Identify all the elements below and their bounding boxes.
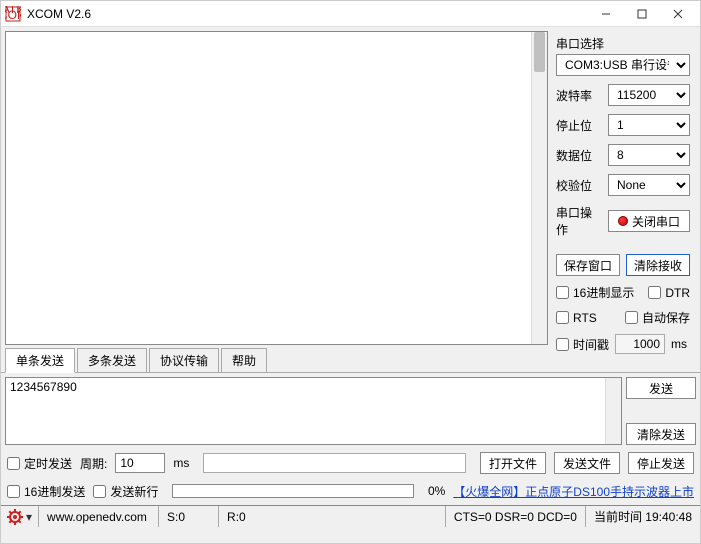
send-file-button[interactable]: 发送文件	[554, 452, 620, 474]
rts-autosave-row: RTS 自动保存	[556, 309, 690, 326]
period-unit: ms	[173, 456, 189, 470]
timestamp-unit: ms	[671, 337, 687, 351]
save-window-button[interactable]: 保存窗口	[556, 254, 620, 276]
stop-row: 停止位 1	[556, 114, 690, 136]
window-controls	[588, 1, 696, 27]
file-path-input[interactable]	[203, 453, 466, 473]
send-newline-checkbox[interactable]: 发送新行	[93, 483, 158, 500]
send-buttons: 发送 清除发送	[626, 377, 696, 445]
app-icon: ATKCOM	[5, 6, 21, 22]
parity-row: 校验位 None	[556, 174, 690, 196]
send-content: 1234567890	[10, 380, 77, 394]
hex-dtr-row: 16进制显示 DTR	[556, 284, 690, 301]
status-url[interactable]: www.openedv.com	[39, 506, 159, 527]
window-title: XCOM V2.6	[27, 7, 588, 21]
settings-button[interactable]: ▾	[1, 506, 39, 527]
dropdown-icon: ▾	[26, 510, 32, 524]
tab-single-send[interactable]: 单条发送	[5, 348, 75, 373]
close-button[interactable]	[660, 1, 696, 27]
status-signals: CTS=0 DSR=0 DCD=0	[446, 506, 586, 527]
tab-protocol[interactable]: 协议传输	[149, 348, 219, 372]
save-clear-row: 保存窗口 清除接收	[556, 254, 690, 276]
timed-send-checkbox[interactable]: 定时发送	[7, 455, 72, 472]
stop-select[interactable]: 1	[608, 114, 690, 136]
hex-send-checkbox[interactable]: 16进制发送	[7, 483, 85, 500]
parity-label: 校验位	[556, 177, 602, 194]
op-row: 串口操作 关闭串口	[556, 204, 690, 238]
timestamp-interval-input[interactable]	[615, 334, 665, 354]
data-row: 数据位 8	[556, 144, 690, 166]
status-bar: ▾ www.openedv.com S:0 R:0 CTS=0 DSR=0 DC…	[1, 505, 700, 527]
hex-display-checkbox[interactable]: 16进制显示	[556, 284, 642, 301]
status-sent: S:0	[159, 506, 219, 527]
port-section-label: 串口选择	[556, 35, 690, 52]
baud-label: 波特率	[556, 87, 602, 104]
gear-icon	[7, 509, 23, 525]
receive-textarea[interactable]	[5, 31, 548, 345]
timed-row: 定时发送 周期: ms 打开文件 发送文件 停止发送	[7, 451, 694, 475]
status-time: 当前时间 19:40:48	[586, 506, 700, 527]
timestamp-row: 时间戳 ms	[556, 334, 690, 354]
progress-percent: 0%	[428, 484, 445, 498]
hex-row: 16进制发送 发送新行 0% 【火爆全网】正点原子DS100手持示波器上市	[7, 479, 694, 503]
parity-select[interactable]: None	[608, 174, 690, 196]
scrollbar-thumb[interactable]	[534, 32, 545, 72]
send-scrollbar[interactable]	[605, 378, 621, 444]
autosave-checkbox[interactable]: 自动保存	[625, 309, 690, 326]
clear-send-button[interactable]: 清除发送	[626, 423, 696, 445]
toggle-port-label: 关闭串口	[632, 213, 680, 230]
port-select[interactable]: COM3:USB 串行设备	[556, 54, 690, 76]
send-textarea[interactable]: 1234567890	[5, 377, 622, 445]
side-panel: 串口选择 COM3:USB 串行设备 波特率 115200 停止位 1 数据位 …	[548, 27, 700, 349]
main-area: 串口选择 COM3:USB 串行设备 波特率 115200 停止位 1 数据位 …	[1, 27, 700, 349]
receive-scrollbar[interactable]	[531, 32, 547, 344]
open-file-button[interactable]: 打开文件	[480, 452, 546, 474]
progress-bar	[172, 484, 414, 498]
send-options: 定时发送 周期: ms 打开文件 发送文件 停止发送 16进制发送 发送新行 0…	[1, 449, 700, 505]
period-label: 周期:	[80, 455, 107, 472]
clear-receive-button[interactable]: 清除接收	[626, 254, 690, 276]
data-label: 数据位	[556, 147, 602, 164]
status-received: R:0	[219, 506, 446, 527]
send-area: 1234567890 发送 清除发送	[1, 373, 700, 449]
period-input[interactable]	[115, 453, 165, 473]
data-select[interactable]: 8	[608, 144, 690, 166]
dtr-checkbox[interactable]: DTR	[648, 286, 690, 300]
timestamp-checkbox[interactable]: 时间戳	[556, 336, 609, 353]
tab-multi-send[interactable]: 多条发送	[77, 348, 147, 372]
send-button[interactable]: 发送	[626, 377, 696, 399]
op-label: 串口操作	[556, 204, 602, 238]
stop-label: 停止位	[556, 117, 602, 134]
rts-checkbox[interactable]: RTS	[556, 311, 619, 325]
tab-help[interactable]: 帮助	[221, 348, 267, 372]
stop-send-button[interactable]: 停止发送	[628, 452, 694, 474]
baud-row: 波特率 115200	[556, 84, 690, 106]
minimize-button[interactable]	[588, 1, 624, 27]
toggle-port-button[interactable]: 关闭串口	[608, 210, 690, 232]
baud-select[interactable]: 115200	[608, 84, 690, 106]
svg-text:COM: COM	[5, 8, 21, 22]
titlebar: ATKCOM XCOM V2.6	[1, 1, 700, 27]
record-icon	[618, 216, 628, 226]
maximize-button[interactable]	[624, 1, 660, 27]
port-section: 串口选择 COM3:USB 串行设备	[556, 35, 690, 76]
promo-link[interactable]: 【火爆全网】正点原子DS100手持示波器上市	[453, 483, 694, 500]
